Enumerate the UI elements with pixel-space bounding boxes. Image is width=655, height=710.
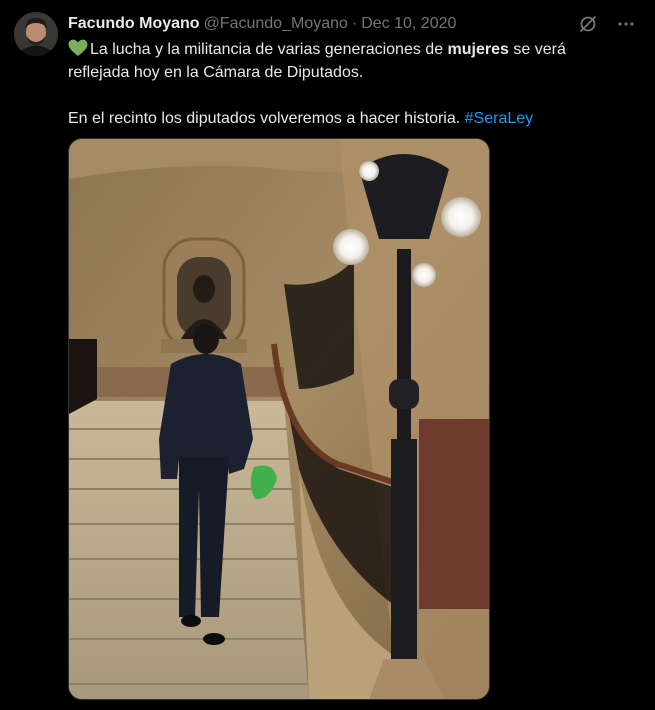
text-segment: En el recinto los diputados volveremos a… [68,110,465,127]
avatar-image [14,12,58,56]
tweet-text: La lucha y la militancia de varias gener… [68,38,628,130]
author-handle[interactable]: @Facundo_Moyano [204,15,348,33]
tweet-paragraph-1: La lucha y la militancia de varias gener… [68,38,628,84]
avatar[interactable] [14,12,58,56]
photo-icon [69,139,489,699]
tweet-photo[interactable] [68,138,490,700]
separator-dot: · [351,15,358,32]
author-name[interactable]: Facundo Moyano [68,15,200,33]
tweet-paragraph-2: En el recinto los diputados volveremos a… [68,107,628,130]
tweet-date[interactable]: Dec 10, 2020 [361,15,456,33]
text-segment: La lucha y la militancia de varias gener… [90,41,448,58]
bold-word: mujeres [447,41,509,58]
grok-icon[interactable] [577,13,599,35]
tweet-actions [577,13,637,35]
more-icon[interactable] [615,13,637,35]
green-heart-icon [68,39,88,56]
hashtag-link[interactable]: #SeraLey [465,110,534,127]
tweet-header: Facundo Moyano @Facundo_Moyano · Dec 10,… [68,13,456,35]
tweet[interactable]: Facundo Moyano @Facundo_Moyano · Dec 10,… [0,0,655,710]
